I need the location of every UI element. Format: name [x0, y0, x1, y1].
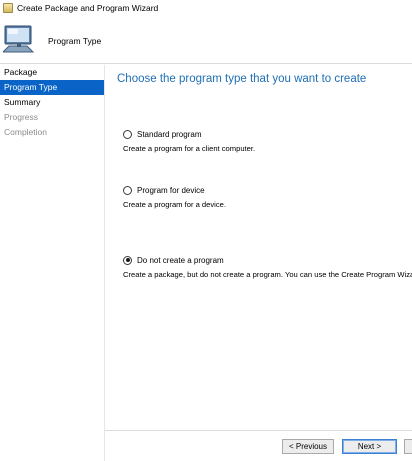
option-standard-program: Standard program Create a program for a … — [123, 128, 412, 153]
sidebar-item-completion: Completion — [4, 127, 47, 137]
radio-do-not-create-program[interactable] — [123, 255, 132, 265]
option-program-for-device: Program for device Create a program for … — [123, 184, 412, 209]
page-title: Program Type — [48, 36, 102, 46]
sidebar-item-summary[interactable]: Summary — [0, 95, 104, 110]
previous-button[interactable]: < Previous — [282, 439, 334, 454]
wizard-header: Program Type — [0, 16, 412, 64]
computer-icon — [3, 25, 35, 53]
option-label[interactable]: Standard program — [137, 130, 201, 139]
option-do-not-create-program: Do not create a program Create a package… — [123, 254, 412, 279]
summary-button[interactable] — [404, 439, 412, 454]
sidebar-item-package[interactable]: Package — [0, 65, 104, 80]
option-label[interactable]: Program for device — [137, 186, 205, 195]
next-button[interactable]: Next > — [342, 439, 397, 454]
option-description: Create a package, but do not create a pr… — [123, 270, 412, 279]
wizard-app-icon — [3, 3, 13, 13]
window-title: Create Package and Program Wizard — [17, 3, 159, 13]
wizard-content: Choose the program type that you want to… — [106, 65, 412, 430]
sidebar-item-program-type[interactable]: Program Type — [0, 80, 104, 95]
wizard-footer: < Previous Next > — [105, 430, 412, 461]
content-heading: Choose the program type that you want to… — [117, 73, 367, 85]
wizard-steps-nav: Package Program Type Summary Progress Co… — [0, 65, 105, 461]
title-bar: Create Package and Program Wizard — [0, 0, 412, 16]
sidebar-item-progress: Progress — [4, 112, 39, 122]
radio-standard-program[interactable] — [123, 129, 132, 139]
option-label[interactable]: Do not create a program — [137, 256, 224, 265]
radio-program-for-device[interactable] — [123, 185, 132, 195]
option-description: Create a program for a client computer. — [123, 144, 256, 153]
option-description: Create a program for a device. — [123, 200, 226, 209]
